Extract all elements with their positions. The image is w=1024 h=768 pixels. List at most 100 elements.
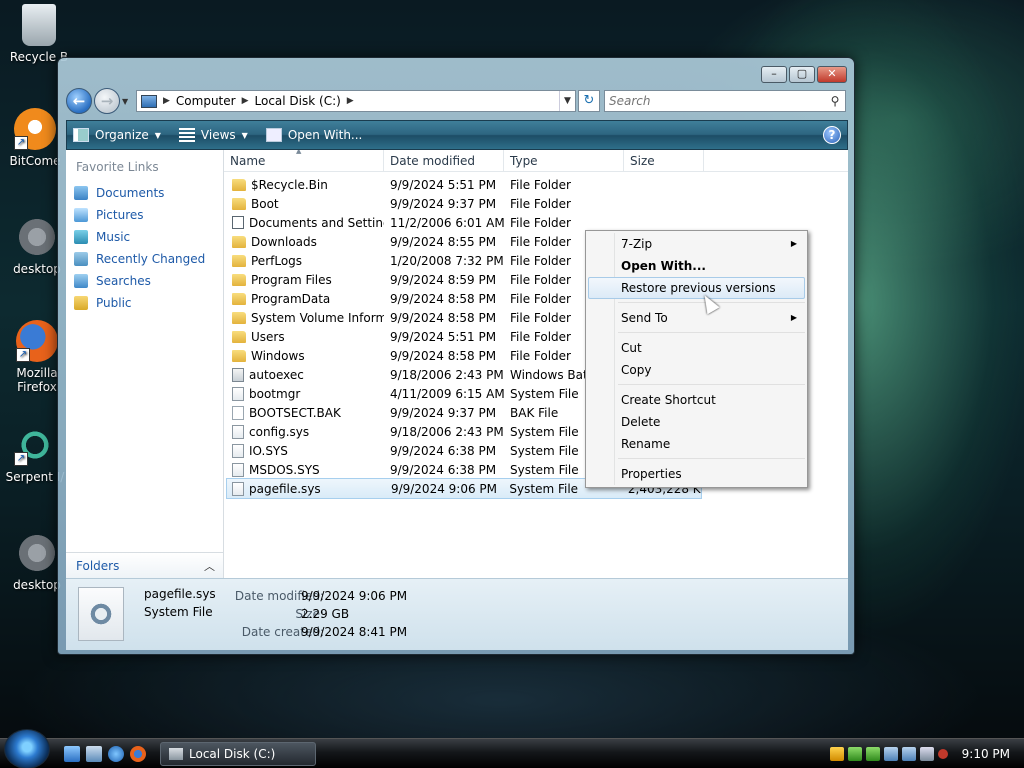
file-date: 9/9/2024 6:38 PM: [390, 462, 497, 477]
folders-toggle[interactable]: Folders ︿: [66, 552, 223, 578]
file-name: BOOTSECT.BAK: [249, 405, 341, 420]
file-name: Boot: [251, 196, 279, 211]
menu-item-delete[interactable]: Delete: [588, 411, 805, 433]
favorite-link-public[interactable]: Public: [66, 292, 223, 314]
file-type: File Folder: [510, 177, 571, 192]
views-button[interactable]: Views ▼: [178, 128, 248, 142]
file-name-cell: Program Files: [224, 273, 384, 287]
file-name-cell: Users: [224, 330, 384, 344]
start-button[interactable]: [4, 728, 50, 768]
firefox-icon[interactable]: [130, 745, 146, 762]
column-header-name[interactable]: ▲ Name: [224, 150, 384, 171]
search-input[interactable]: [609, 94, 825, 108]
file-date: 9/18/2006 2:43 PM: [390, 424, 504, 439]
breadcrumb-separator-icon[interactable]: ▶: [163, 96, 170, 106]
favorite-links-title: Favorite Links: [76, 160, 159, 174]
favorite-link-label: Searches: [96, 274, 151, 288]
shortcut-arrow-icon: ↗: [14, 136, 28, 150]
recent-pages-dropdown[interactable]: ▼: [122, 97, 134, 106]
favorite-link-label: Music: [96, 230, 131, 244]
menu-item-label: Restore previous versions: [621, 281, 776, 295]
menu-item-create-shortcut[interactable]: Create Shortcut: [588, 389, 805, 411]
file-row[interactable]: $Recycle.Bin 9/9/2024 5:51 PM File Folder: [224, 175, 848, 194]
maximize-button[interactable]: ▢: [789, 66, 815, 83]
favorite-link-searches[interactable]: Searches: [66, 270, 223, 292]
network-icon[interactable]: [901, 746, 916, 761]
minimize-button[interactable]: –: [761, 66, 787, 83]
column-header-label: Name: [230, 154, 266, 168]
file-date: 4/11/2009 6:15 AM: [390, 386, 504, 401]
folders-label: Folders: [76, 558, 120, 573]
file-date: 9/9/2024 8:58 PM: [390, 291, 497, 306]
file-name-cell: $Recycle.Bin: [224, 178, 384, 192]
breadcrumb-computer[interactable]: Computer: [176, 94, 236, 108]
folder-icon: [232, 178, 246, 191]
details-file-name: pagefile.sys: [144, 587, 216, 601]
chevron-up-icon: ︿: [204, 559, 215, 573]
column-header-size[interactable]: Size: [624, 150, 704, 171]
file-name: Documents and Settings: [249, 215, 384, 230]
forward-button[interactable]: →: [94, 88, 120, 114]
refresh-button[interactable]: ↻: [578, 90, 600, 112]
file-name: autoexec: [249, 367, 304, 382]
switch-windows-icon[interactable]: [86, 745, 102, 762]
clock[interactable]: 9:10 PM: [962, 747, 1010, 761]
folder-icon: [232, 254, 246, 267]
open-with-button[interactable]: Open With...: [265, 128, 362, 142]
menu-item-open-with[interactable]: Open With...: [588, 255, 805, 277]
address-bar[interactable]: ▶ Computer ▶ Local Disk (C:) ▶ ▼: [136, 90, 576, 112]
file-date: 9/9/2024 5:51 PM: [390, 177, 497, 192]
system-file-icon: [232, 424, 244, 439]
network-icon[interactable]: [883, 746, 898, 761]
search-box[interactable]: ⚲: [604, 90, 846, 112]
file-name-cell: ProgramData: [224, 292, 384, 306]
organize-label: Organize: [95, 128, 149, 142]
show-desktop-icon[interactable]: [64, 745, 80, 762]
menu-item-label: Copy: [621, 363, 652, 377]
file-date: 9/9/2024 8:59 PM: [390, 272, 497, 287]
security-shield-icon[interactable]: [829, 746, 844, 761]
menu-item-7-zip[interactable]: 7-Zip ▶: [588, 233, 805, 255]
search-icon[interactable]: ⚲: [825, 94, 845, 108]
file-date: 9/9/2024 6:38 PM: [390, 443, 497, 458]
favorite-link-label: Documents: [96, 186, 165, 200]
menu-separator: [618, 377, 805, 385]
taskbar-button-local-disk[interactable]: Local Disk (C:): [160, 741, 316, 766]
column-header-date-modified[interactable]: Date modified: [384, 150, 504, 171]
views-icon: [178, 128, 195, 142]
file-row[interactable]: Boot 9/9/2024 9:37 PM File Folder: [224, 194, 848, 213]
sort-ascending-icon: ▲: [296, 150, 302, 155]
menu-item-properties[interactable]: Properties: [588, 463, 805, 485]
breadcrumb-separator-icon[interactable]: ▶: [347, 96, 354, 106]
music-icon: [74, 230, 88, 244]
organize-button[interactable]: Organize ▼: [73, 128, 161, 142]
column-header-type[interactable]: Type: [504, 150, 624, 171]
folder-icon: [232, 349, 246, 362]
context-menu: 7-Zip ▶ Open With... Restore previous versi…: [585, 230, 808, 488]
back-button[interactable]: ←: [66, 88, 92, 114]
help-button[interactable]: ?: [823, 126, 841, 144]
file-date: 9/18/2006 2:43 PM: [390, 367, 504, 382]
tray-app-icon[interactable]: [847, 746, 862, 761]
favorite-link-recently-changed[interactable]: Recently Changed: [66, 248, 223, 270]
file-name: System Volume Inform...: [251, 310, 384, 325]
address-dropdown-icon[interactable]: ▼: [559, 91, 575, 111]
file-name-cell: pagefile.sys: [227, 481, 385, 496]
breadcrumb-local-disk[interactable]: Local Disk (C:): [255, 94, 341, 108]
favorite-link-pictures[interactable]: Pictures: [66, 204, 223, 226]
file-name: Windows: [251, 348, 305, 363]
tray-app-icon[interactable]: [865, 746, 880, 761]
file-date: 9/9/2024 9:37 PM: [390, 405, 497, 420]
internet-explorer-icon[interactable]: [108, 745, 124, 762]
favorite-link-documents[interactable]: Documents: [66, 182, 223, 204]
close-button[interactable]: ✕: [817, 66, 847, 83]
favorite-link-music[interactable]: Music: [66, 226, 223, 248]
open-with-icon: [265, 128, 282, 142]
desktop-icon-recycle-bin[interactable]: Recycle B: [4, 4, 74, 64]
file-name: $Recycle.Bin: [251, 177, 328, 192]
breadcrumb-separator-icon[interactable]: ▶: [242, 96, 249, 106]
volume-icon[interactable]: [919, 746, 934, 761]
file-type: File Folder: [510, 196, 571, 211]
documents-icon: [74, 186, 88, 200]
menu-item-cut[interactable]: Cut: [588, 337, 805, 359]
